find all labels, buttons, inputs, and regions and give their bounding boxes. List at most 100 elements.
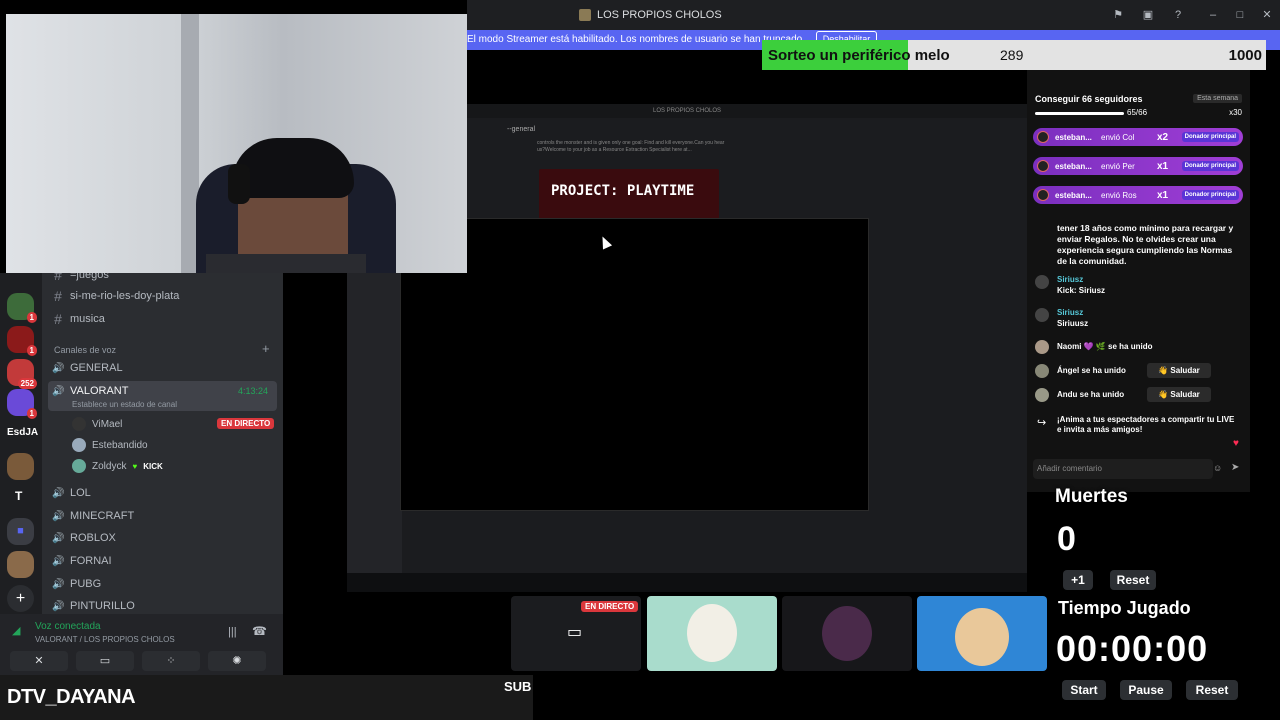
gift-user: esteban... (1055, 190, 1092, 200)
server-icon-6[interactable] (7, 453, 34, 480)
deaths-reset-button[interactable]: Reset (1110, 570, 1156, 590)
salute-button[interactable]: 👋 Saludar (1147, 363, 1211, 378)
community-rules: tener 18 años como mínimo para recargar … (1057, 223, 1234, 266)
inbox-icon[interactable]: ▣ (1142, 9, 1154, 21)
captured-message: controls the monster and is given only o… (537, 140, 725, 153)
voice-channel-roblox[interactable]: 🔊 ROBLOX (52, 528, 116, 548)
voice-channel-valorant-row: 🔊 VALORANT (52, 381, 128, 401)
server-badge: 252 (17, 378, 37, 389)
voice-channel-general[interactable]: 🔊 GENERAL (52, 358, 123, 378)
kick-tag: KICK (143, 461, 163, 471)
speaker-icon: 🔊 (52, 511, 65, 522)
join-message: Ángel se ha unido 👋 Saludar (1035, 363, 1235, 380)
add-channel-icon[interactable]: + (262, 341, 270, 356)
disconnect-icon[interactable]: ☎ (252, 624, 267, 638)
avatar (955, 608, 1009, 666)
hash-icon: # (54, 311, 62, 327)
voice-duration: 4:13:24 (238, 386, 269, 396)
voice-user-estebandido[interactable]: Estebandido (72, 436, 148, 454)
noise-suppression-icon[interactable]: ||| (228, 626, 237, 638)
voice-connected-panel: ◢ Voz conectada VALORANT / LOS PROPIOS C… (0, 614, 283, 675)
voice-channel-fornai[interactable]: 🔊 FORNAI (52, 551, 112, 571)
emoji-icon[interactable]: ☺ (1213, 463, 1222, 473)
stream-thumbnail-2[interactable] (647, 596, 777, 671)
maximize-icon[interactable]: □ (1234, 9, 1246, 21)
avatar (1037, 189, 1049, 201)
donor-tag: Donador principal (1181, 190, 1239, 200)
soundboard-button[interactable]: ✺ (208, 651, 266, 671)
chat-text: Siriuusz (1057, 319, 1089, 328)
voice-channel-path[interactable]: VALORANT / LOS PROPIOS CHOLOS (35, 635, 175, 644)
server-icon-3[interactable]: 252 (7, 359, 37, 389)
sub-label: SUB (504, 679, 532, 694)
server-label-t[interactable]: T (15, 489, 22, 503)
chat-user[interactable]: Siriusz (1057, 308, 1083, 317)
goal-multiplier: x30 (1229, 108, 1242, 117)
timer-start-button[interactable]: Start (1062, 680, 1106, 700)
gift-count: x2 (1157, 131, 1169, 143)
channel-si-me-rio[interactable]: # si-me-rio-les-doy-plata (52, 286, 179, 306)
avatar (687, 604, 737, 662)
voice-channel-pubg[interactable]: 🔊 PUBG (52, 574, 101, 594)
salute-button[interactable]: 👋 Saludar (1147, 387, 1211, 402)
channel-status[interactable]: Establece un estado de canal (72, 400, 177, 409)
goal-period: Esta semana (1193, 94, 1242, 103)
share-icon: ↪ (1037, 417, 1047, 429)
channel-name: =juegos (70, 273, 109, 281)
voice-user-zoldyck[interactable]: Zoldyck ♥ KICK (72, 457, 163, 475)
voice-channel-lol[interactable]: 🔊 LOL (52, 483, 91, 503)
camera-off-button[interactable]: ✕ (10, 651, 68, 671)
channel-name: MINECRAFT (70, 510, 135, 522)
server-label-esdja[interactable]: EsdJA (7, 427, 38, 438)
speaker-icon: 🔊 (52, 488, 65, 499)
voice-status: Voz conectada (35, 621, 101, 632)
comment-input[interactable]: Añadir comentario (1033, 459, 1213, 479)
gift-user: esteban... (1055, 161, 1092, 171)
stream-thumbnail-3[interactable] (782, 596, 912, 671)
avatar (1035, 340, 1049, 354)
chat-user[interactable]: Siriusz (1057, 275, 1083, 284)
channel-name: musica (70, 313, 105, 325)
stream-thumbnail-4[interactable] (917, 596, 1047, 671)
deaths-plus-button[interactable]: +1 (1063, 570, 1093, 590)
server-icon-2[interactable]: 1 (7, 326, 37, 356)
game-title: PROJECT: PLAYTIME (551, 183, 695, 199)
timer-reset-button[interactable]: Reset (1186, 680, 1238, 700)
send-icon[interactable]: ➤ (1231, 462, 1239, 473)
timer-pause-button[interactable]: Pause (1120, 680, 1172, 700)
server-icon-4[interactable]: 1 (7, 389, 37, 419)
donor-tag: Donador principal (1181, 132, 1239, 142)
channel-musica[interactable]: # musica (52, 309, 105, 329)
minimize-icon[interactable]: – (1207, 9, 1219, 21)
live-stats-row (1027, 70, 1250, 86)
salute-label: Saludar (1170, 390, 1200, 399)
voice-category-label[interactable]: Canales de voz (54, 345, 116, 355)
server-icon-1[interactable]: 1 (7, 293, 37, 323)
screen-icon: ▭ (567, 624, 583, 641)
folder-icon[interactable]: ■ (7, 518, 34, 545)
help-icon[interactable]: ? (1172, 9, 1184, 21)
deaths-title: Muertes (1055, 486, 1128, 507)
speaker-icon: 🔊 (52, 601, 65, 612)
goal-title: Conseguir 66 seguidores (1035, 94, 1143, 104)
add-server-icon[interactable]: + (7, 585, 34, 612)
streamer-name: DTV_DAYANA (7, 686, 136, 708)
stream-thumbnail-1[interactable]: EN DIRECTO ▭ (511, 596, 641, 671)
avatar (1037, 160, 1049, 172)
flag-icon[interactable]: ⚑ (1112, 9, 1124, 21)
timer-value: 00:00:00 (1056, 628, 1209, 669)
voice-user-vimael[interactable]: ViMael (72, 415, 122, 433)
server-icon (579, 9, 591, 21)
voice-channel-minecraft[interactable]: 🔊 MINECRAFT (52, 506, 134, 526)
channel-juegos[interactable]: # =juegos (52, 273, 109, 285)
gift-text: envió Col (1101, 132, 1135, 142)
timer-title: Tiempo Jugado (1058, 598, 1191, 618)
gift-user: esteban... (1055, 132, 1092, 142)
server-icon-8[interactable] (7, 551, 34, 578)
streamer-mode-text: El modo Streamer está habilitado. Los no… (467, 34, 805, 45)
close-icon[interactable]: ✕ (1261, 9, 1273, 21)
voice-channel-pinturillo[interactable]: 🔊 PINTURILLO (52, 596, 135, 616)
donor-tag: Donador principal (1181, 161, 1239, 171)
activities-button[interactable]: ⁘ (142, 651, 200, 671)
screen-share-button[interactable]: ▭ (76, 651, 134, 671)
